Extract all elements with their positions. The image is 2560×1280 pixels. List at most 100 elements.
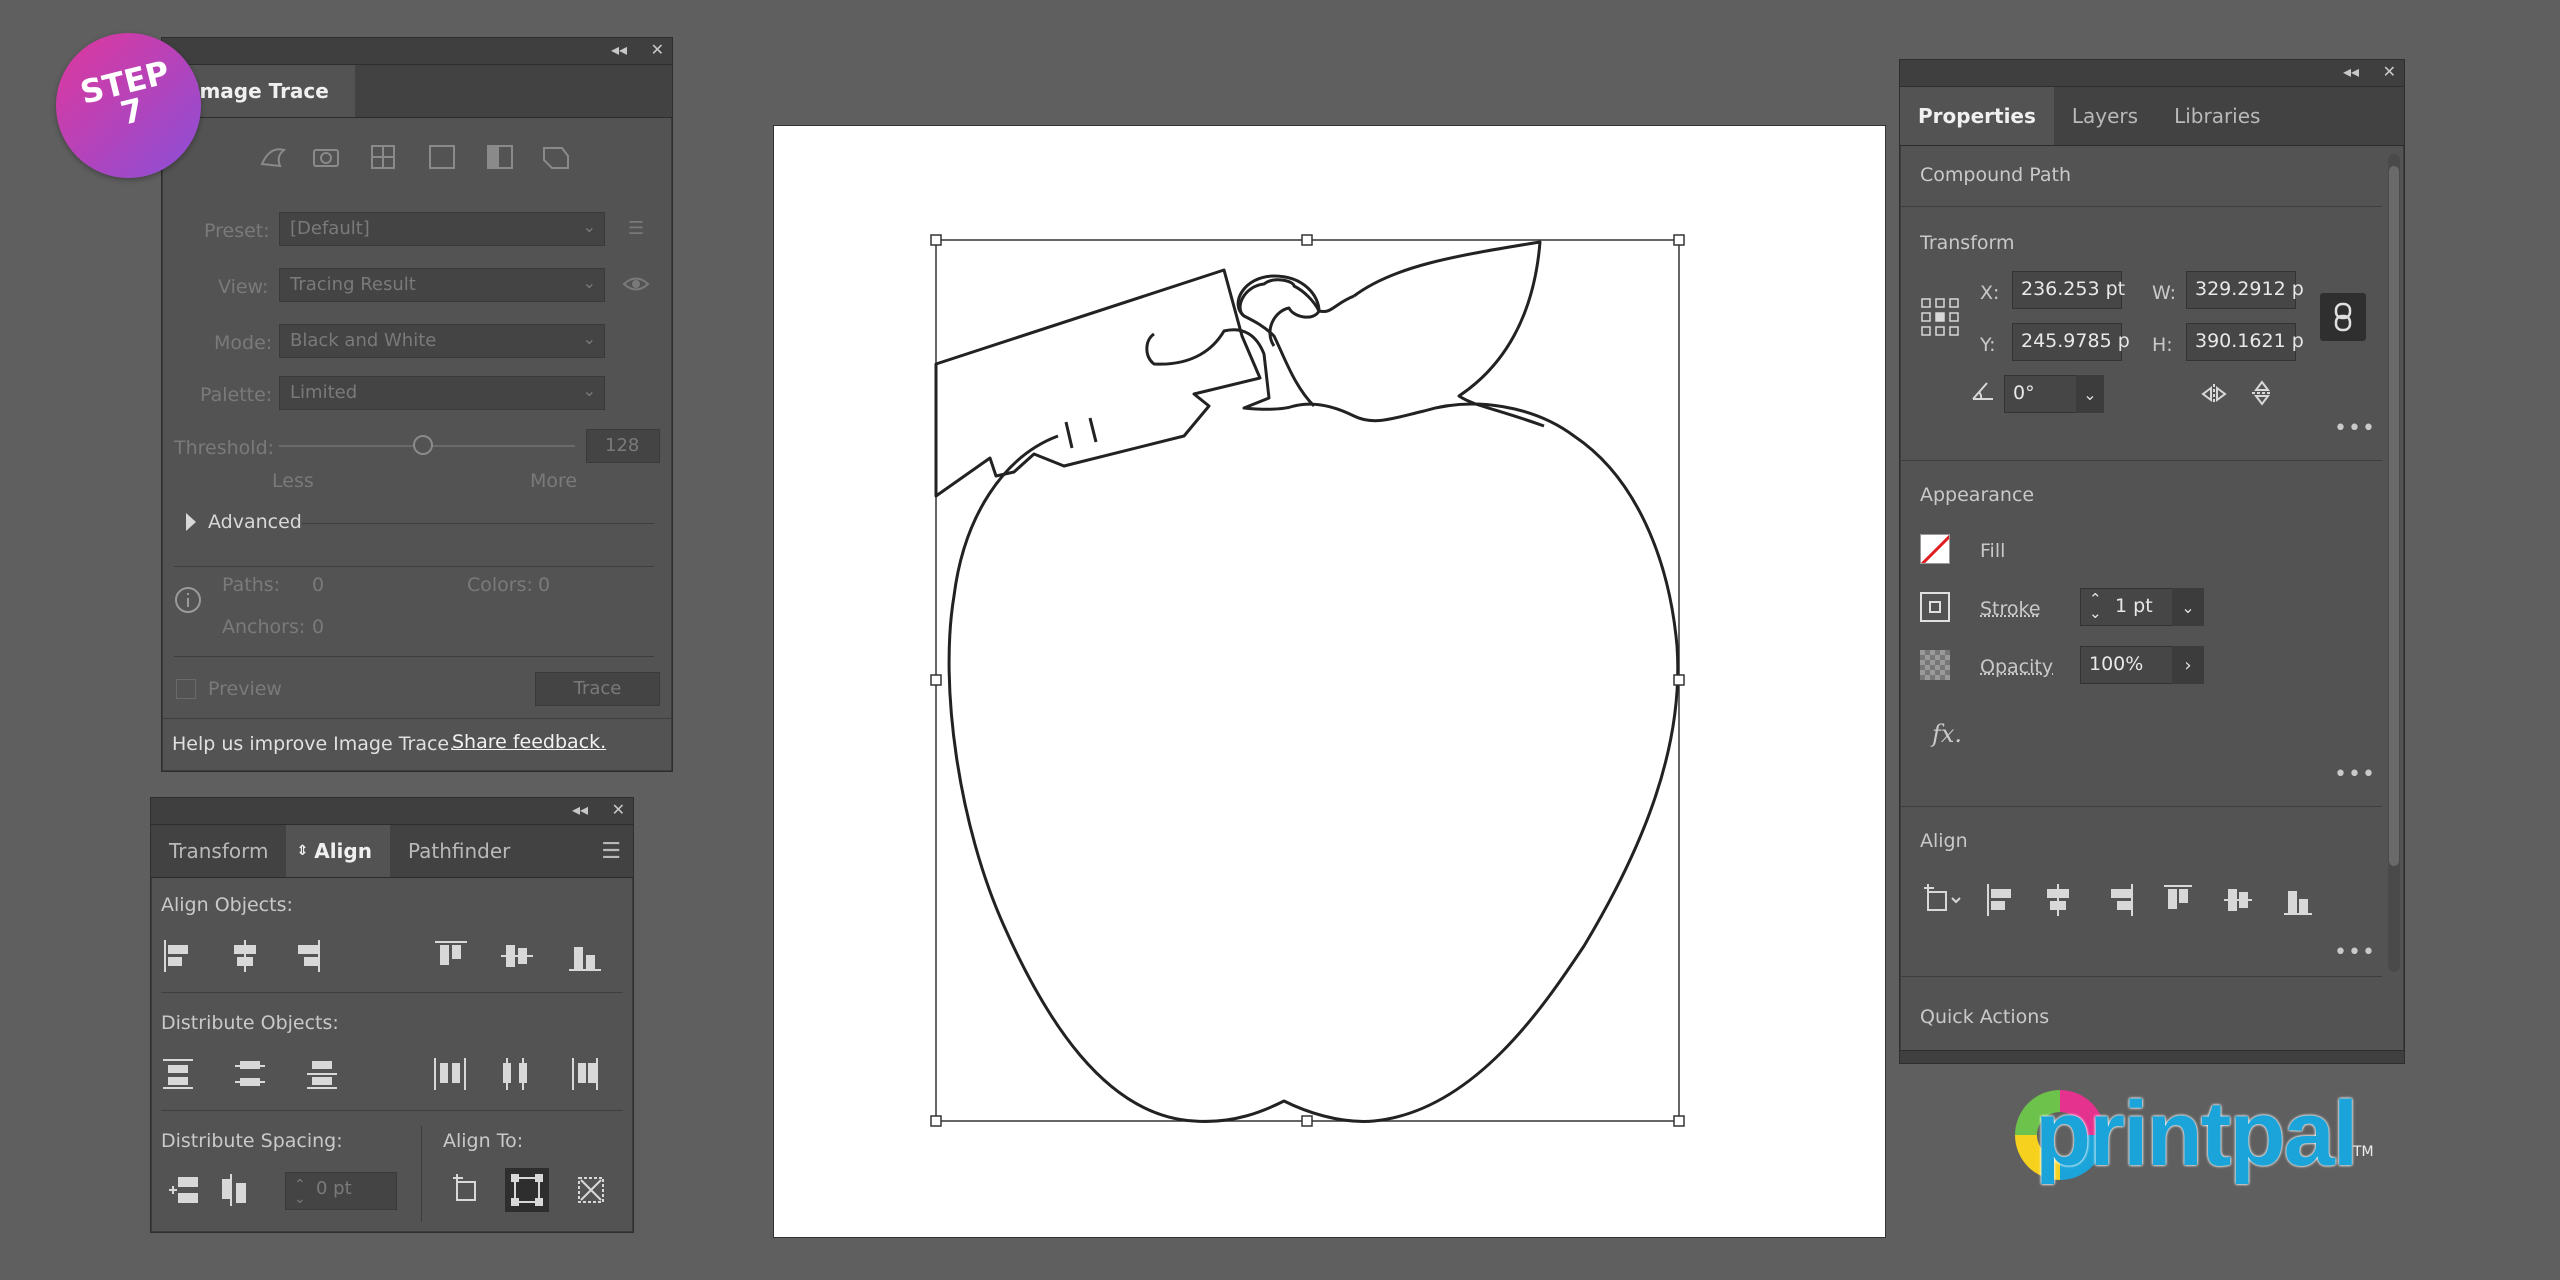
tab-align[interactable]: ⇕ Align	[286, 825, 390, 877]
less-label: Less	[272, 470, 314, 492]
vertical-spacing-icon	[169, 1186, 177, 1194]
mode-select[interactable]: Black and White ⌄	[279, 324, 605, 358]
share-feedback-link[interactable]: Share feedback.	[452, 731, 606, 753]
preset-list-icon[interactable]: ☰	[624, 216, 648, 240]
distribute-objects-icons[interactable]	[161, 1054, 631, 1094]
close-icon[interactable]: ✕	[2383, 63, 2396, 81]
opacity-label[interactable]: Opacity	[1980, 656, 2053, 678]
appearance-more-options-icon[interactable]: •••	[2334, 764, 2376, 786]
opacity-arrow[interactable]: ›	[2172, 646, 2204, 684]
mode-value: Black and White	[290, 330, 437, 351]
align-to-icons[interactable]	[449, 1168, 629, 1212]
view-select[interactable]: Tracing Result ⌄	[279, 268, 605, 302]
outline-icon	[543, 147, 569, 169]
handle-bc	[1301, 1115, 1313, 1127]
y-label: Y:	[1980, 334, 1996, 356]
more-label: More	[530, 470, 578, 492]
colors-label: Colors:	[467, 574, 533, 596]
apple-artwork[interactable]	[774, 126, 1887, 1239]
anchors-label: Anchors:	[222, 616, 306, 638]
angle-dropdown[interactable]: ⌄	[2076, 375, 2104, 413]
threshold-input[interactable]: 128	[586, 429, 660, 463]
panel-menu-icon[interactable]: ☰	[589, 825, 633, 877]
properties-align-icons[interactable]	[1920, 880, 2360, 920]
close-icon[interactable]: ✕	[612, 801, 625, 819]
properties-titlebar[interactable]: ◂◂ ✕	[1900, 60, 2404, 87]
scrollbar[interactable]	[2388, 154, 2400, 972]
align-to-artboard-icon	[456, 1181, 476, 1201]
chevron-down-icon: ⌄	[582, 217, 596, 236]
close-icon[interactable]: ✕	[651, 41, 664, 59]
advanced-label[interactable]: Advanced	[208, 511, 302, 533]
tab-libraries[interactable]: Libraries	[2156, 87, 2278, 145]
tab-pathfinder[interactable]: Pathfinder	[390, 825, 528, 877]
collapse-icon[interactable]: ◂◂	[611, 41, 627, 59]
stroke-dropdown[interactable]: ⌄	[2172, 588, 2204, 626]
artboard[interactable]	[773, 125, 1886, 1238]
fill-swatch[interactable]	[1920, 534, 1950, 564]
align-panel: ◂◂ ✕ Transform ⇕ Align Pathfinder ☰ Align…	[150, 797, 634, 1233]
handle-bl	[930, 1115, 942, 1127]
align-more-options-icon[interactable]: •••	[2334, 942, 2376, 964]
trace-button[interactable]: Trace	[535, 672, 660, 706]
y-input[interactable]: 245.9785 p	[2012, 323, 2130, 361]
image-trace-titlebar[interactable]: ◂◂ ✕	[162, 38, 672, 65]
collapse-icon[interactable]: ◂◂	[572, 801, 588, 819]
x-input[interactable]: 236.253 pt	[2012, 271, 2125, 309]
stroke-stepper-icon[interactable]: ⌃ ⌄	[2089, 592, 2102, 621]
chevron-down-icon: ⌄	[582, 381, 596, 400]
preset-select[interactable]: [Default] ⌄	[279, 212, 605, 246]
palette-select[interactable]: Limited ⌄	[279, 376, 605, 410]
expand-triangle-icon[interactable]	[184, 511, 198, 533]
object-type-label: Compound Path	[1920, 164, 2072, 186]
threshold-value: 128	[605, 435, 640, 456]
panel-resize-grip[interactable]	[1900, 1050, 2404, 1063]
tab-properties[interactable]: Properties	[1900, 87, 2054, 145]
collapse-icon[interactable]: ◂◂	[2343, 63, 2359, 81]
transform-more-options-icon[interactable]: •••	[2334, 418, 2376, 440]
h-label: H:	[2152, 334, 2173, 356]
auto-color-icon	[260, 148, 287, 168]
tab-transform[interactable]: Transform	[151, 825, 286, 877]
trace-button-label: Trace	[573, 678, 622, 699]
align-title: Align	[1920, 830, 1968, 852]
scrollbar-thumb[interactable]	[2389, 166, 2399, 866]
w-label: W:	[2152, 282, 2177, 304]
flip-vertical-icon[interactable]	[2248, 378, 2276, 408]
reference-point-icon[interactable]	[1920, 297, 1960, 337]
chevron-down-icon: ⌄	[582, 329, 596, 348]
align-objects-label: Align Objects:	[161, 894, 293, 916]
stroke-label[interactable]: Stroke	[1980, 598, 2041, 620]
selection-handles	[930, 234, 1685, 1127]
palette-label: Palette:	[200, 384, 273, 406]
spacing-stepper-icon[interactable]: ⌃ ⌄	[294, 1178, 306, 1206]
tab-layers[interactable]: Layers	[2054, 87, 2156, 145]
mode-label: Mode:	[214, 332, 273, 354]
stroke-swatch[interactable]	[1920, 592, 1950, 622]
spacing-input[interactable]: ⌃ ⌄ 0 pt	[285, 1172, 397, 1210]
fx-icon[interactable]: fx.	[1932, 720, 1962, 748]
paths-value: 0	[312, 574, 325, 596]
align-to-label: Align To:	[443, 1130, 524, 1152]
view-label: View:	[218, 276, 269, 298]
w-input[interactable]: 329.2912 p	[2186, 271, 2304, 309]
palette-value: Limited	[290, 382, 358, 403]
threshold-slider-handle[interactable]	[413, 435, 433, 455]
preset-icon-row	[252, 136, 652, 176]
flip-horizontal-icon[interactable]	[2200, 380, 2228, 408]
eye-icon[interactable]	[622, 274, 650, 294]
selection-bounding-box	[935, 239, 1680, 1122]
align-titlebar[interactable]: ◂◂ ✕	[151, 798, 633, 825]
printpal-tm: TM	[2353, 1144, 2374, 1160]
ruler-outline	[934, 268, 1262, 498]
info-icon	[174, 586, 202, 614]
distribute-spacing-icons[interactable]	[165, 1170, 265, 1210]
handle-mr	[1673, 674, 1685, 686]
opacity-swatch[interactable]	[1920, 650, 1950, 680]
align-to-selection-icon	[1927, 891, 1947, 911]
preview-checkbox[interactable]	[176, 679, 196, 699]
align-objects-icons[interactable]	[161, 936, 631, 976]
h-input[interactable]: 390.1621 p	[2186, 323, 2304, 361]
printpal-logo: printpal TM	[2005, 1080, 2385, 1200]
constrain-proportions-button[interactable]	[2320, 293, 2366, 341]
